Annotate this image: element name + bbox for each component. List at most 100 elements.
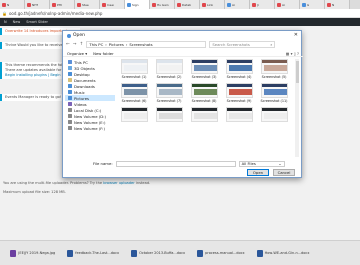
nav-item-label: Desktop	[74, 71, 90, 77]
nav-item-label: Videos	[74, 101, 87, 107]
taskbar-item-label: feedback-The-Last...docx	[75, 251, 120, 255]
navigation-pane: This PC 3D Objects Desktop Documents Downloa…	[65, 59, 115, 157]
nav-item-label: Pictures	[74, 95, 90, 101]
taskbar-item-label: process-manual...docx	[205, 251, 245, 255]
taskbar-item[interactable]: How-WE-and-Gin-n...docx	[256, 249, 309, 257]
folder-icon	[68, 60, 72, 64]
scroll-thumb[interactable]	[295, 61, 299, 83]
file-item[interactable]: Screenshot (6)	[119, 83, 149, 103]
file-item[interactable]: Screenshot (2)	[154, 59, 184, 79]
tab-favicon-icon	[202, 2, 206, 7]
file-name: Screenshot (11)	[260, 99, 288, 103]
image-thumbnail	[190, 83, 218, 98]
browser-tab[interactable]: Sign	[125, 0, 150, 9]
file-item[interactable]: Screenshot (4)	[224, 59, 254, 79]
browser-tab[interactable]: N	[325, 0, 350, 9]
image-thumbnail	[120, 83, 148, 98]
image-thumbnail	[120, 107, 148, 122]
search-input[interactable]: Search Screenshots ⌕	[209, 41, 276, 48]
taskbar-item-label: (EE)JY 2019-Nega.jpg	[18, 251, 56, 255]
address-bar[interactable]: 🔒 ood.go.th/jadnefs/nolnp-admin/media-ne…	[0, 9, 360, 18]
file-item[interactable]: Screenshot (3)	[189, 59, 219, 79]
browser-tab[interactable]: Stee	[75, 0, 100, 9]
browser-tab[interactable]: NHT	[25, 0, 50, 9]
organize-button[interactable]: Organize ▾	[67, 51, 87, 56]
file-item[interactable]: Screenshot (7)	[154, 83, 184, 103]
breadcrumb-this-pc[interactable]: This PC	[89, 42, 103, 47]
taskbar-item[interactable]: process-manual...docx	[197, 249, 245, 257]
file-name-input[interactable]	[115, 160, 236, 167]
image-thumbnail	[260, 59, 288, 74]
view-options-icon[interactable]: ▦ ▾ ▯ ?	[286, 51, 299, 56]
breadcrumb-screenshots[interactable]: Screenshots	[129, 42, 152, 47]
file-item[interactable]	[224, 107, 254, 123]
admin-bar-smart-slider[interactable]: Smart Slider	[26, 20, 48, 24]
image-thumbnail	[155, 107, 183, 122]
file-name-label: File name:	[93, 161, 113, 166]
browser-tab[interactable]: N	[0, 0, 25, 9]
document-icon	[67, 249, 74, 257]
browser-uploader-link[interactable]: browser uploader	[103, 181, 134, 185]
browser-tab[interactable]: Datab	[175, 0, 200, 9]
browser-tab[interactable]: Link	[200, 0, 225, 9]
search-placeholder: Search Screenshots	[212, 42, 250, 47]
taskbar-item[interactable]: October 2013-Buffa...docx	[131, 249, 186, 257]
file-item[interactable]	[189, 107, 219, 123]
admin-bar-new[interactable]: New	[13, 20, 21, 24]
file-item[interactable]: Screenshot (8)	[189, 83, 219, 103]
tab-label: PHI	[57, 2, 62, 7]
file-item[interactable]	[259, 107, 289, 123]
open-button[interactable]: Open	[247, 169, 269, 176]
tab-label: Jr	[257, 2, 260, 7]
taskbar-item-label: October 2013-Buffa...docx	[139, 251, 186, 255]
folder-icon	[68, 108, 72, 112]
dialog-buttons: Open Cancel	[247, 169, 295, 176]
tab-favicon-icon	[177, 2, 181, 7]
tab-label: Ar	[282, 2, 286, 7]
tab-favicon-icon	[152, 2, 156, 7]
forward-arrow-icon[interactable]: →	[73, 42, 77, 47]
folder-icon	[68, 96, 72, 100]
file-name: Screenshot (6)	[121, 99, 147, 103]
tab-favicon-icon	[227, 2, 231, 7]
address-url[interactable]: ood.go.th/jadnefs/nolnp-admin/media-new.…	[9, 11, 102, 16]
image-thumbnail	[225, 107, 253, 122]
browser-tab[interactable]: G	[300, 0, 325, 9]
breadcrumb[interactable]: This PC › Pictures › Screenshots	[86, 41, 207, 48]
nav-item[interactable]: New Volume (F:)	[65, 125, 115, 131]
taskbar-item[interactable]: feedback-The-Last...docx	[67, 249, 120, 257]
file-item[interactable]	[154, 107, 184, 123]
new-folder-button[interactable]: New folder	[93, 51, 114, 56]
up-arrow-icon[interactable]: ↑	[80, 42, 84, 47]
file-item[interactable]: Screenshot (5)	[259, 59, 289, 79]
folder-icon	[68, 120, 72, 124]
image-thumbnail	[260, 107, 288, 122]
file-item[interactable]: Screenshot (1)	[119, 59, 149, 79]
wp-admin-bar: N New Smart Slider	[0, 18, 360, 26]
tab-favicon-icon	[52, 2, 56, 7]
vertical-scrollbar[interactable]	[295, 59, 299, 157]
browser-tab[interactable]: Ar	[275, 0, 300, 9]
file-item[interactable]: Screenshot (11)	[259, 83, 289, 103]
browser-tab[interactable]: Inser	[100, 0, 125, 9]
file-type-select[interactable]: All Files ⌄	[238, 160, 285, 167]
browser-tab[interactable]: Ar	[225, 0, 250, 9]
cancel-button[interactable]: Cancel	[273, 169, 295, 176]
file-name: Screenshot (3)	[191, 75, 217, 79]
browser-tab[interactable]: Hs Gain	[150, 0, 175, 9]
breadcrumb-pictures[interactable]: Pictures	[109, 42, 124, 47]
file-item[interactable]	[119, 107, 149, 123]
file-name: Screenshot (9)	[226, 99, 252, 103]
tab-favicon-icon	[327, 2, 331, 7]
close-icon[interactable]: ✕	[294, 32, 298, 38]
admin-bar-item[interactable]: N	[4, 20, 7, 24]
taskbar-item[interactable]: (EE)JY 2019-Nega.jpg	[10, 249, 56, 257]
folder-icon	[68, 126, 72, 130]
file-item[interactable]: Screenshot (9)	[224, 83, 254, 103]
back-arrow-icon[interactable]: ←	[66, 42, 70, 47]
browser-tab[interactable]: PHI	[50, 0, 75, 9]
tab-label: N	[332, 2, 335, 7]
folder-icon	[68, 72, 72, 76]
browser-tab[interactable]: Jr	[250, 0, 275, 9]
tab-favicon-icon	[252, 2, 256, 7]
